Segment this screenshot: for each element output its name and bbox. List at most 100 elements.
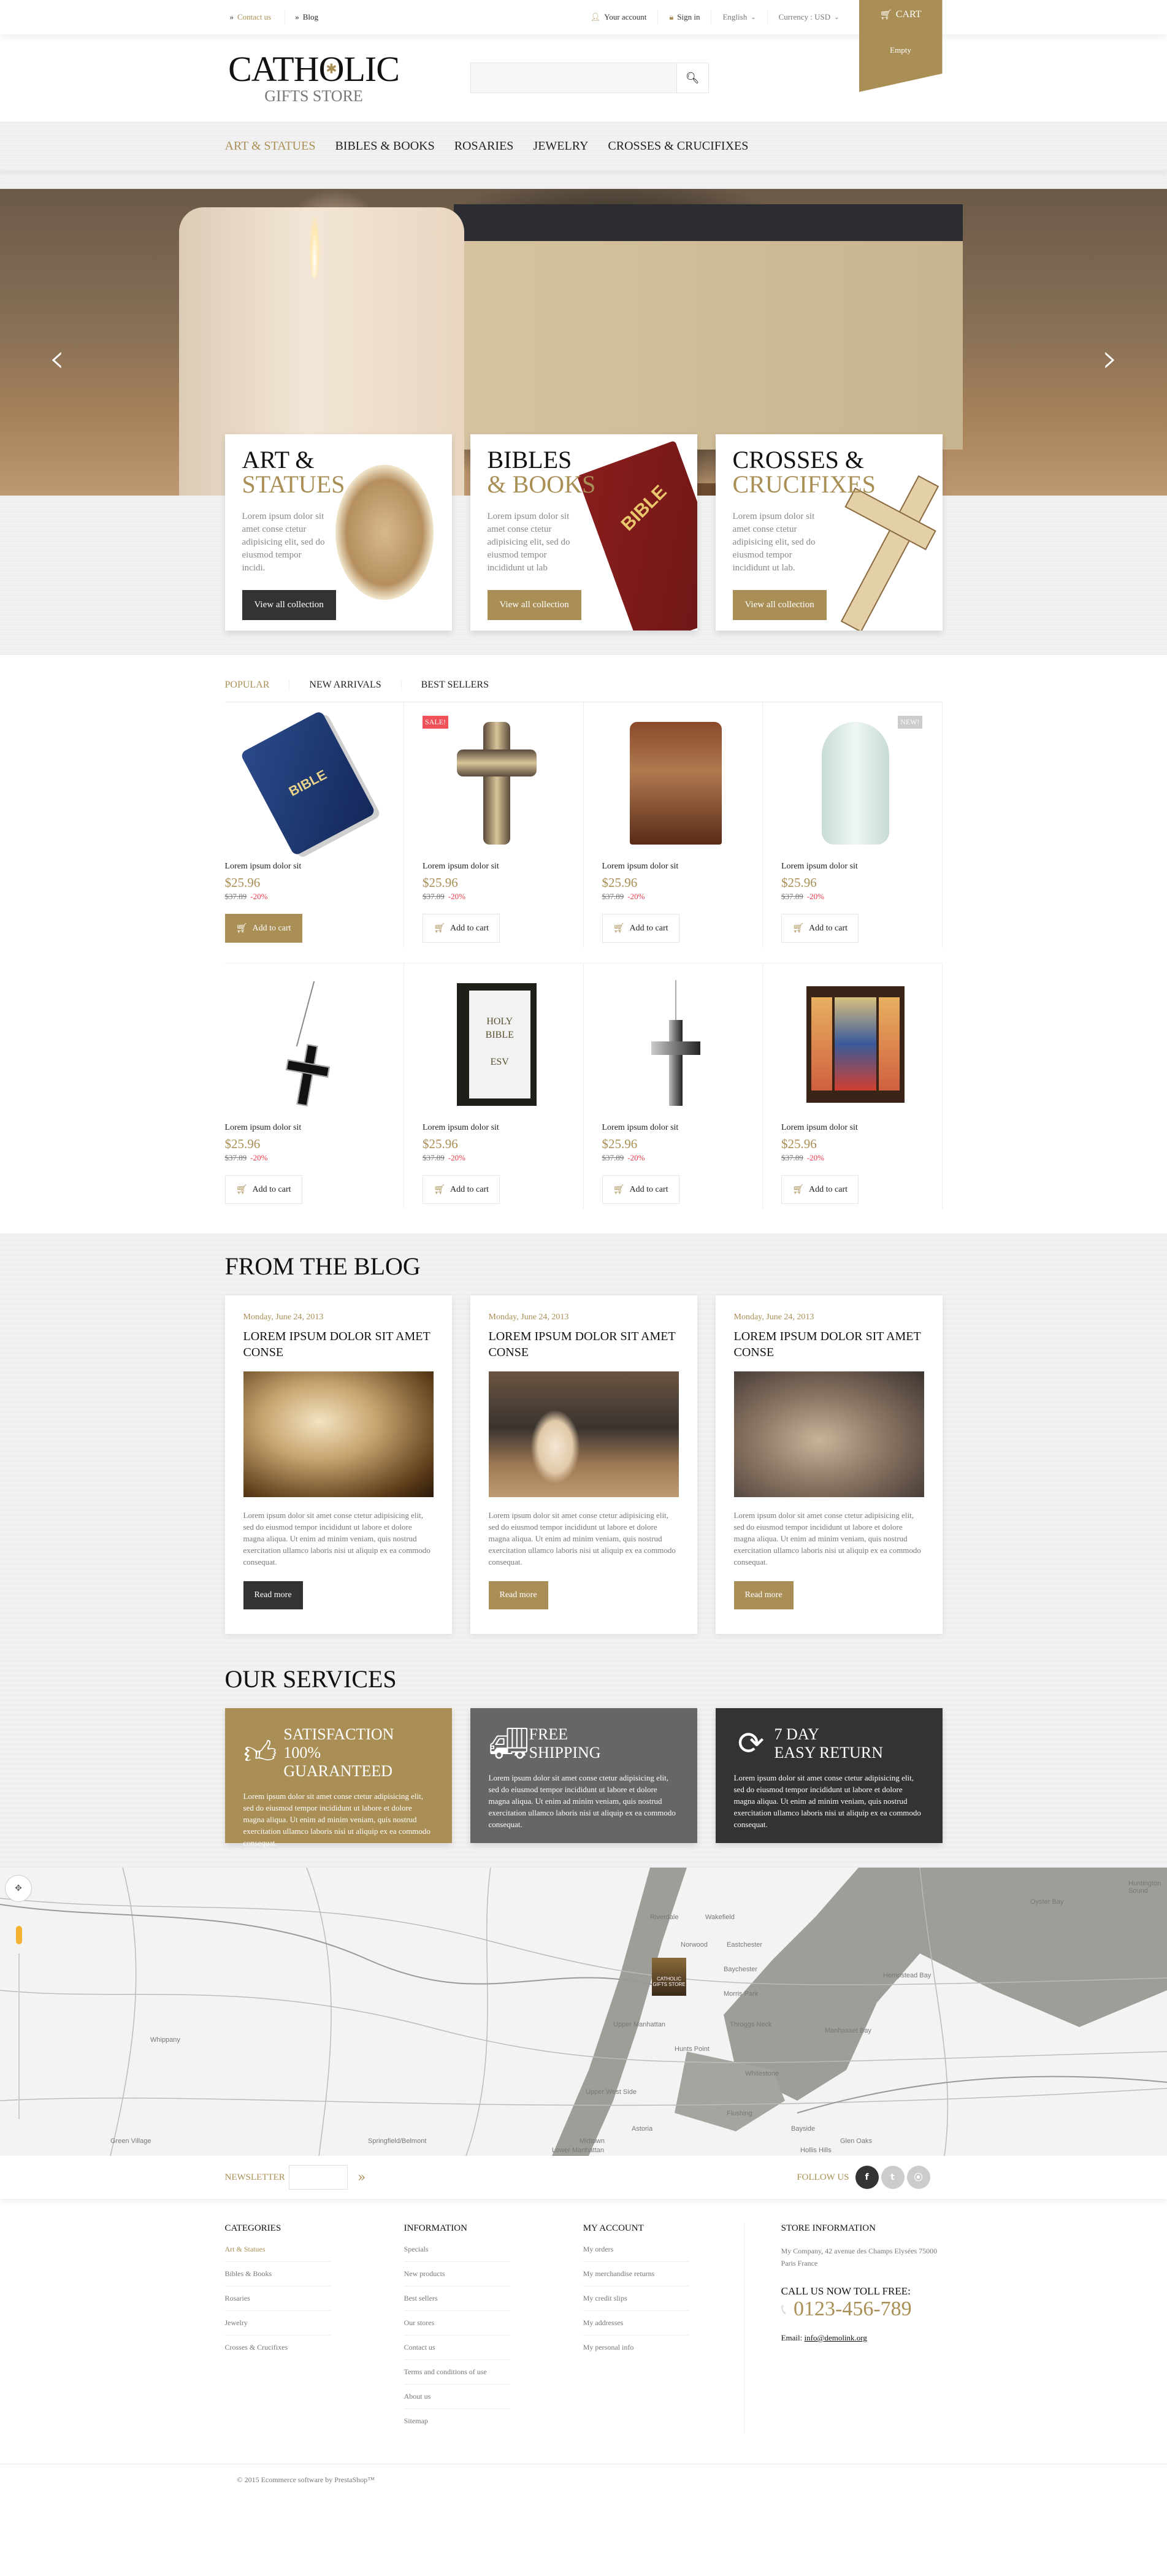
add-to-cart-button[interactable]: 🛒︎ Add to cart xyxy=(224,914,302,943)
footer-link[interactable]: Best sellers xyxy=(404,2287,510,2311)
call-label: CALL US NOW TOLL FREE: xyxy=(781,2285,911,2297)
map-label: Springfield/Belmont xyxy=(368,2137,427,2145)
angel-statue-image[interactable] xyxy=(243,1371,434,1497)
nav-item-rosaries[interactable]: ROSARIES xyxy=(454,139,514,153)
product-image-holy-bible-esv[interactable]: HOLY BIBLE ESV xyxy=(423,977,571,1112)
product-name[interactable]: Lorem ipsum dolor sit xyxy=(423,1123,583,1133)
view-collection-button[interactable]: View all collection xyxy=(242,590,336,620)
store-map[interactable]: ✥ CATHOLIC GIFTS STORE Riverdale Wakefie… xyxy=(0,1868,1167,2156)
footer: CATEGORIES Art & Statues Bibles & Books Ro… xyxy=(0,2199,1167,2464)
map-label: Riverdale xyxy=(650,1914,679,1921)
footer-link[interactable]: Jewelry xyxy=(224,2311,331,2336)
footer-link[interactable]: My orders xyxy=(583,2245,689,2262)
twitter-button[interactable]: t xyxy=(881,2166,905,2189)
product-name[interactable]: Lorem ipsum dolor sit xyxy=(602,862,763,872)
tab-best-sellers[interactable]: BEST SELLERS xyxy=(402,680,508,691)
add-to-cart-button[interactable]: 🛒︎ Add to cart xyxy=(423,1175,500,1204)
product-image-icon-triptych[interactable] xyxy=(781,977,930,1112)
product-image-blue-bible[interactable]: BIBLE xyxy=(225,710,392,857)
slider-prev-button[interactable]: ‹ xyxy=(49,339,65,378)
add-to-cart-button[interactable]: 🛒︎ Add to cart xyxy=(602,914,679,943)
add-to-cart-button[interactable]: 🛒︎ Add to cart xyxy=(781,1175,859,1204)
newsletter-submit-button[interactable]: » xyxy=(358,2170,365,2185)
post-title[interactable]: LOREM IPSUM DOLOR SIT AMET CONSE xyxy=(489,1328,679,1360)
footer-link[interactable]: My addresses xyxy=(583,2311,689,2336)
footer-link[interactable]: New products xyxy=(404,2262,510,2287)
footer-link[interactable]: My credit slips xyxy=(583,2287,689,2311)
product-card: Lorem ipsum dolor sit $25.96 $37.89 -20% … xyxy=(584,702,763,948)
footer-link[interactable]: Rosaries xyxy=(224,2287,331,2311)
footer-link[interactable]: My merchandise returns xyxy=(583,2262,689,2287)
map-zoom-slider[interactable] xyxy=(18,1953,20,2119)
footer-link[interactable]: Terms and conditions of use xyxy=(404,2360,510,2385)
view-collection-button[interactable]: View all collection xyxy=(732,590,827,620)
praying-hands-image[interactable] xyxy=(733,1371,924,1497)
footer-link[interactable]: Our stores xyxy=(404,2311,510,2336)
nav-item-bibles-books[interactable]: BIBLES & BOOKS xyxy=(335,139,434,153)
nav-item-crosses-crucifixes[interactable]: CROSSES & CRUCIFIXES xyxy=(608,139,748,153)
search-input[interactable] xyxy=(470,63,676,93)
slider-next-button[interactable]: › xyxy=(1102,339,1118,378)
sign-in-link[interactable]: 🔒︎ Sign in xyxy=(658,10,712,24)
store-logo[interactable]: CATHOLIC GIFTS STORE xyxy=(225,52,403,104)
candle-book-image[interactable] xyxy=(488,1371,679,1497)
read-more-button[interactable]: Read more xyxy=(733,1581,794,1609)
nav-item-art-statues[interactable]: ART & STATUES xyxy=(225,139,316,153)
post-title[interactable]: LOREM IPSUM DOLOR SIT AMET CONSE xyxy=(734,1328,924,1360)
add-to-cart-button[interactable]: 🛒︎ Add to cart xyxy=(602,1175,679,1204)
email-link[interactable]: info@demolink.org xyxy=(805,2333,867,2342)
product-name[interactable]: Lorem ipsum dolor sit xyxy=(225,1123,404,1133)
category-banners: ART & STATUES Lorem ipsum dolor sit amet … xyxy=(0,434,1167,655)
add-to-cart-button[interactable]: 🛒︎ Add to cart xyxy=(423,914,500,943)
hero-flame xyxy=(310,217,319,278)
footer-link[interactable]: My personal info xyxy=(583,2336,689,2359)
tab-new-arrivals[interactable]: NEW ARRIVALS xyxy=(289,680,402,691)
map-label: Upper West Side xyxy=(586,2088,637,2096)
product-image-music-box[interactable] xyxy=(602,716,751,851)
footer-link[interactable]: About us xyxy=(404,2385,510,2409)
read-more-button[interactable]: Read more xyxy=(243,1581,303,1609)
product-image-ornate-cross[interactable]: SALE! xyxy=(423,716,571,851)
read-more-button[interactable]: Read more xyxy=(488,1581,548,1609)
street-view-pegman-icon[interactable] xyxy=(16,1926,22,1944)
product-name[interactable]: Lorem ipsum dolor sit xyxy=(602,1123,763,1133)
product-price: $25.96 xyxy=(602,1137,638,1151)
view-collection-button[interactable]: View all collection xyxy=(487,590,581,620)
footer-link[interactable]: Crosses & Crucifixes xyxy=(225,2336,331,2359)
blog-post: Monday, June 24, 2013 LOREM IPSUM DOLOR … xyxy=(715,1295,943,1634)
cart-icon: 🛒︎ xyxy=(613,924,625,933)
currency-selector[interactable]: Currency : USD ⌄ xyxy=(768,10,851,24)
map-label: Eastchester xyxy=(727,1941,763,1949)
footer-link[interactable]: Sitemap xyxy=(404,2409,510,2433)
cart-icon: 🛒︎ xyxy=(613,1185,625,1195)
product-name[interactable]: Lorem ipsum dolor sit xyxy=(781,1123,942,1133)
search-button[interactable]: 🔍︎ xyxy=(676,63,708,93)
discount-label: -20% xyxy=(448,892,465,901)
product-image-urn[interactable]: NEW! xyxy=(781,716,930,851)
tab-popular[interactable]: POPULAR xyxy=(225,680,290,691)
blog-link[interactable]: » Blog xyxy=(285,10,332,24)
product-image-silver-cross-necklace[interactable] xyxy=(602,977,751,1112)
language-selector[interactable]: English ⌄ xyxy=(711,10,768,24)
contact-us-link[interactable]: » Contact us xyxy=(225,10,286,24)
product-name[interactable]: Lorem ipsum dolor sit xyxy=(781,862,942,872)
add-to-cart-button[interactable]: 🛒︎ Add to cart xyxy=(781,914,859,943)
post-title[interactable]: LOREM IPSUM DOLOR SIT AMET CONSE xyxy=(243,1328,434,1360)
discount-label: -20% xyxy=(627,892,645,901)
store-location-marker[interactable]: CATHOLIC GIFTS STORE xyxy=(652,1958,686,1996)
add-to-cart-button[interactable]: 🛒︎ Add to cart xyxy=(224,1175,302,1204)
product-name[interactable]: Lorem ipsum dolor sit xyxy=(423,862,583,872)
facebook-button[interactable]: f xyxy=(855,2166,879,2189)
footer-link[interactable]: Bibles & Books xyxy=(224,2262,331,2287)
your-account-link[interactable]: 👤︎ Your account xyxy=(580,10,659,24)
cart-icon: 🛒︎ xyxy=(235,1185,248,1195)
product-image-black-cross-necklace[interactable] xyxy=(225,977,392,1112)
nav-item-jewelry[interactable]: JEWELRY xyxy=(533,139,588,153)
footer-link[interactable]: Art & Statues xyxy=(224,2245,331,2262)
newsletter-email-input[interactable] xyxy=(288,2165,348,2190)
map-pan-control[interactable]: ✥ xyxy=(5,1875,32,1902)
footer-link[interactable]: Specials xyxy=(404,2245,510,2262)
footer-link[interactable]: Contact us xyxy=(404,2336,510,2360)
rss-button[interactable]: ⦿ xyxy=(906,2166,930,2189)
product-name[interactable]: Lorem ipsum dolor sit xyxy=(225,862,404,872)
